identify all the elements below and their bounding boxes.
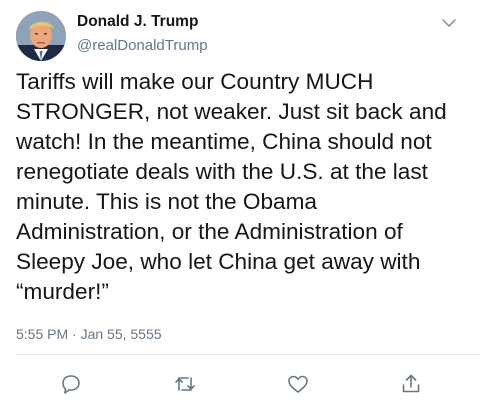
- retweet-button[interactable]: [173, 372, 197, 396]
- share-button[interactable]: [399, 372, 423, 396]
- user-handle[interactable]: @realDonaldTrump: [77, 37, 208, 54]
- retweet-icon: [175, 377, 195, 391]
- tweet-text: Tariffs will make our Country MUCH STRON…: [16, 69, 447, 304]
- display-name[interactable]: Donald J. Trump: [77, 13, 198, 31]
- divider: [16, 354, 480, 355]
- heart-icon: [288, 375, 308, 393]
- like-button[interactable]: [286, 372, 310, 396]
- chevron-down-icon[interactable]: [438, 12, 460, 34]
- profile-photo-icon: [16, 11, 66, 61]
- share-icon: [402, 374, 420, 393]
- tweet-card: Donald J. Trump @realDonaldTrump Tariffs…: [0, 0, 480, 410]
- avatar[interactable]: [16, 11, 66, 61]
- tweet-timestamp[interactable]: 5:55 PM · Jan 55, 5555: [16, 326, 162, 342]
- reply-button[interactable]: [59, 372, 83, 396]
- reply-icon: [62, 375, 80, 394]
